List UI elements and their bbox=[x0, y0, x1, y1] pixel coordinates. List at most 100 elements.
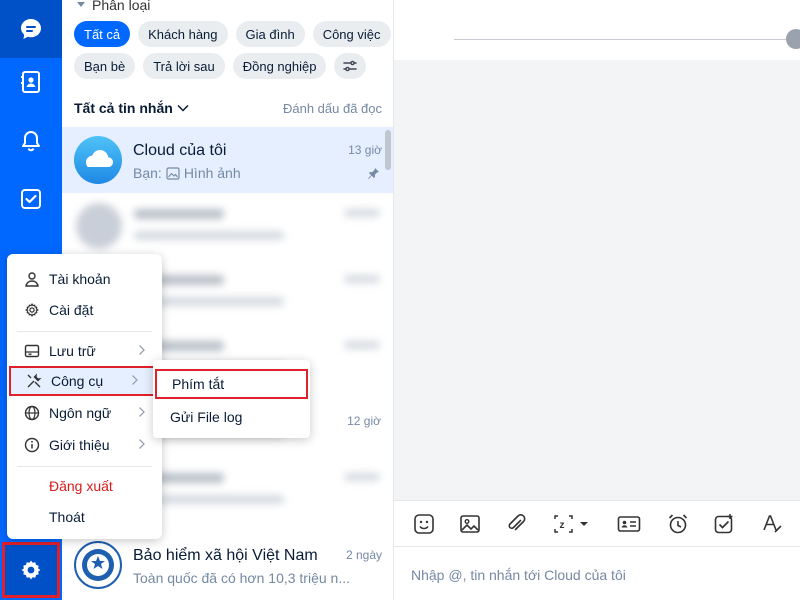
conversation-preview: Bạn: Hình ảnh bbox=[133, 165, 241, 181]
message-input-placeholder: Nhập @, tin nhắn tới Cloud của tôi bbox=[411, 567, 626, 583]
chip-settings-button[interactable] bbox=[334, 53, 367, 79]
reminder-button[interactable] bbox=[665, 511, 691, 537]
screenshot-icon: z bbox=[554, 515, 588, 533]
chevron-right-icon bbox=[139, 407, 145, 417]
chat-panel: z Nhập @, tin nhắn tới Cloud của tôi bbox=[394, 0, 800, 600]
category-filter-label: Phân loại bbox=[92, 0, 151, 13]
conversation-time: 2 ngày bbox=[345, 548, 382, 562]
menu-item-label: Cài đặt bbox=[49, 302, 94, 318]
cloud-icon bbox=[74, 136, 122, 184]
attach-button[interactable] bbox=[503, 511, 529, 537]
menu-item-label: Ngôn ngữ bbox=[49, 405, 112, 421]
business-card-icon bbox=[617, 516, 641, 532]
composer-toolbar: z bbox=[394, 500, 800, 546]
header-divider bbox=[454, 39, 790, 40]
rail-messages[interactable] bbox=[0, 0, 62, 58]
screenshot-button[interactable]: z bbox=[551, 511, 595, 537]
pin-icon bbox=[368, 168, 379, 179]
chevron-right-icon bbox=[132, 375, 138, 385]
message-area[interactable] bbox=[394, 60, 800, 500]
all-messages-dropdown[interactable]: Tất cả tin nhắn bbox=[74, 100, 189, 116]
chip-colleagues[interactable]: Đồng nghiệp bbox=[232, 53, 327, 79]
task-icon bbox=[714, 514, 733, 534]
sticker-button[interactable] bbox=[411, 511, 437, 537]
cloud-avatar bbox=[74, 136, 122, 184]
format-text-button[interactable] bbox=[759, 511, 785, 537]
conversation-name: Bảo hiểm xã hội Việt Nam bbox=[133, 547, 318, 564]
category-chips-row-1: Tất cả Khách hàng Gia đình Công việc bbox=[74, 21, 391, 47]
user-icon bbox=[23, 270, 41, 288]
alarm-clock-icon bbox=[668, 514, 688, 534]
menu-divider bbox=[17, 466, 152, 467]
gear-icon bbox=[23, 301, 41, 319]
chip-friends[interactable]: Bạn bè bbox=[74, 53, 136, 79]
menu-divider bbox=[17, 331, 152, 332]
preview-sender: Bạn: bbox=[133, 165, 162, 181]
rail-contacts[interactable] bbox=[0, 53, 62, 111]
conversation-item-blurred[interactable] bbox=[62, 193, 393, 259]
all-messages-label: Tất cả tin nhắn bbox=[74, 100, 173, 116]
rail-todo[interactable] bbox=[0, 170, 62, 228]
conversation-time: 12 giờ bbox=[347, 414, 381, 428]
menu-item-label: Công cụ bbox=[51, 373, 104, 389]
menu-item-logout[interactable]: Đăng xuất bbox=[7, 471, 162, 501]
tools-icon bbox=[25, 372, 43, 390]
gear-icon bbox=[21, 560, 41, 580]
svg-text:z: z bbox=[560, 520, 565, 531]
menu-item-account[interactable]: Tài khoản bbox=[7, 264, 162, 294]
menu-item-tools[interactable]: Công cụ bbox=[9, 366, 155, 396]
caret-down-icon bbox=[77, 2, 85, 7]
category-filter-title[interactable]: Phân loại bbox=[76, 0, 150, 13]
conversation-item-cloud[interactable]: Cloud của tôi Bạn: Hình ảnh 13 giờ bbox=[62, 127, 393, 193]
menu-item-label: Lưu trữ bbox=[49, 343, 96, 359]
sliders-icon bbox=[343, 60, 358, 72]
settings-button[interactable] bbox=[2, 542, 60, 598]
message-input[interactable]: Nhập @, tin nhắn tới Cloud của tôi bbox=[394, 546, 800, 600]
chat-bubble-icon bbox=[21, 19, 41, 39]
image-icon bbox=[460, 515, 480, 533]
rail-notifications[interactable] bbox=[0, 112, 62, 170]
list-scrollbar[interactable] bbox=[385, 130, 391, 170]
chevron-right-icon bbox=[139, 439, 145, 449]
conversation-item-bhxh[interactable]: Bảo hiểm xã hội Việt Nam Toàn quốc đã có… bbox=[62, 532, 393, 598]
attachment-icon bbox=[508, 514, 526, 531]
chip-work[interactable]: Công việc bbox=[312, 21, 391, 47]
preview-text: Hình ảnh bbox=[183, 165, 241, 181]
menu-item-language[interactable]: Ngôn ngữ bbox=[7, 398, 162, 428]
header-avatar[interactable] bbox=[786, 29, 800, 49]
checkbox-icon bbox=[21, 189, 41, 209]
bell-icon bbox=[22, 131, 40, 152]
chevron-down-icon bbox=[177, 104, 189, 112]
chip-family[interactable]: Gia đình bbox=[235, 21, 305, 47]
business-card-button[interactable] bbox=[616, 511, 642, 537]
conversation-name: Cloud của tôi bbox=[133, 142, 227, 159]
chip-reply-later[interactable]: Trả lời sau bbox=[143, 53, 225, 79]
category-chips-row-2: Bạn bè Trả lời sau Đồng nghiệp bbox=[74, 53, 367, 79]
bhxh-avatar bbox=[74, 541, 122, 589]
conversation-time: 13 giờ bbox=[348, 143, 382, 157]
globe-icon bbox=[23, 404, 41, 422]
menu-item-label: Giới thiệu bbox=[49, 437, 110, 453]
image-button[interactable] bbox=[457, 511, 483, 537]
menu-item-about[interactable]: Giới thiệu bbox=[7, 430, 162, 460]
contact-book-icon bbox=[21, 71, 40, 93]
image-icon bbox=[166, 166, 180, 180]
sticker-icon bbox=[414, 514, 434, 534]
tools-submenu: Phím tắt Gửi File log bbox=[153, 360, 310, 438]
chevron-right-icon bbox=[139, 345, 145, 355]
menu-item-quit[interactable]: Thoát bbox=[7, 502, 162, 532]
format-text-icon bbox=[763, 515, 782, 533]
list-header: Tất cả tin nhắn Đánh dấu đã đọc bbox=[74, 100, 382, 116]
submenu-item-send-log[interactable]: Gửi File log bbox=[153, 402, 310, 432]
menu-item-storage[interactable]: Lưu trữ bbox=[7, 336, 162, 366]
submenu-item-shortcuts[interactable]: Phím tắt bbox=[155, 369, 308, 399]
conversation-preview: Toàn quốc đã có hơn 10,3 triệu n... bbox=[133, 570, 350, 586]
task-button[interactable] bbox=[711, 511, 737, 537]
chip-customers[interactable]: Khách hàng bbox=[138, 21, 228, 47]
settings-menu: Tài khoản Cài đặt Lưu trữ Công cụ Ngôn n… bbox=[7, 254, 162, 539]
bhxh-logo-icon bbox=[74, 541, 122, 589]
menu-item-label: Tài khoản bbox=[49, 271, 111, 287]
menu-item-settings[interactable]: Cài đặt bbox=[7, 295, 162, 325]
chip-all[interactable]: Tất cả bbox=[74, 21, 131, 47]
mark-all-read-link[interactable]: Đánh dấu đã đọc bbox=[283, 101, 382, 116]
